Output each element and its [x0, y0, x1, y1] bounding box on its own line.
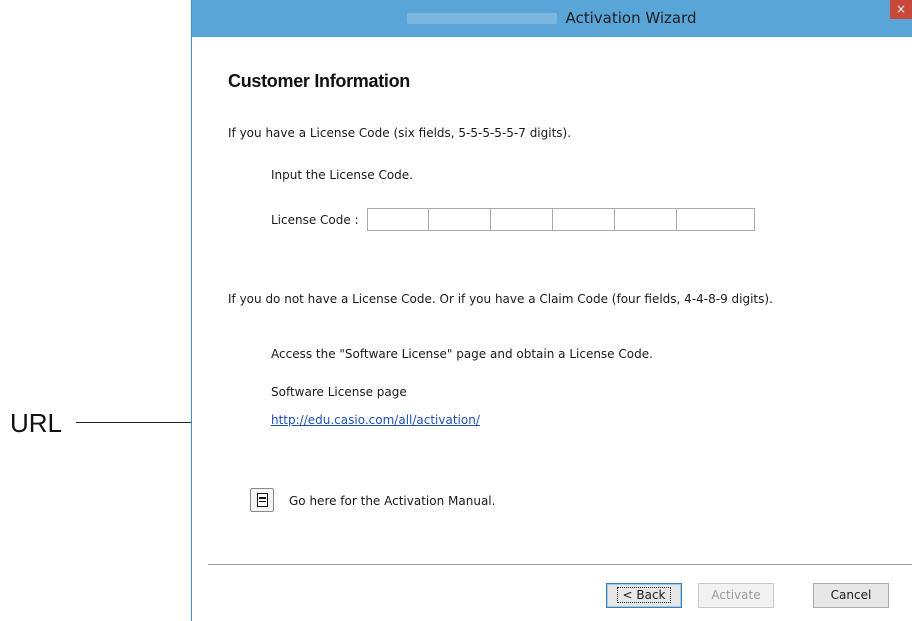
back-button-label: < Back: [617, 587, 671, 603]
license-code-field-5[interactable]: [614, 208, 677, 231]
access-instruction-text: Access the "Software License" page and o…: [271, 347, 653, 361]
activation-manual-button[interactable]: [250, 488, 274, 512]
activation-manual-text: Go here for the Activation Manual.: [289, 494, 496, 508]
activation-wizard-window: Activation Wizard × Customer Information…: [191, 0, 912, 621]
activation-url-link[interactable]: http://edu.casio.com/all/activation/: [271, 413, 480, 427]
license-code-fields: [366, 208, 755, 231]
close-icon: ×: [895, 2, 907, 16]
redacted-product-name: [407, 13, 558, 24]
close-button[interactable]: ×: [890, 0, 912, 19]
license-code-field-4[interactable]: [552, 208, 615, 231]
license-code-label: License Code :: [271, 212, 359, 227]
license-code-row: License Code :: [271, 207, 755, 232]
license-code-field-6[interactable]: [676, 208, 755, 231]
page-title: Customer Information: [228, 71, 411, 91]
window-title: Activation Wizard: [565, 9, 697, 27]
callout-label-url: URL: [10, 408, 63, 438]
back-button[interactable]: < Back: [606, 583, 682, 608]
license-intro-text: If you have a License Code (six fields, …: [228, 126, 572, 140]
cancel-button[interactable]: Cancel: [813, 583, 889, 608]
input-instruction-text: Input the License Code.: [271, 168, 413, 182]
license-code-field-1[interactable]: [366, 208, 429, 231]
license-code-field-2[interactable]: [428, 208, 491, 231]
activate-button[interactable]: Activate: [698, 583, 774, 608]
document-icon: [257, 493, 268, 507]
wizard-content: Customer Information If you have a Licen…: [192, 37, 912, 621]
title-bar: Activation Wizard ×: [192, 0, 912, 37]
software-license-page-label: Software License page: [271, 385, 407, 399]
window-title-wrap: Activation Wizard: [192, 0, 912, 37]
no-license-text: If you do not have a License Code. Or if…: [228, 292, 773, 306]
license-code-field-3[interactable]: [490, 208, 553, 231]
button-separator: [208, 564, 912, 566]
